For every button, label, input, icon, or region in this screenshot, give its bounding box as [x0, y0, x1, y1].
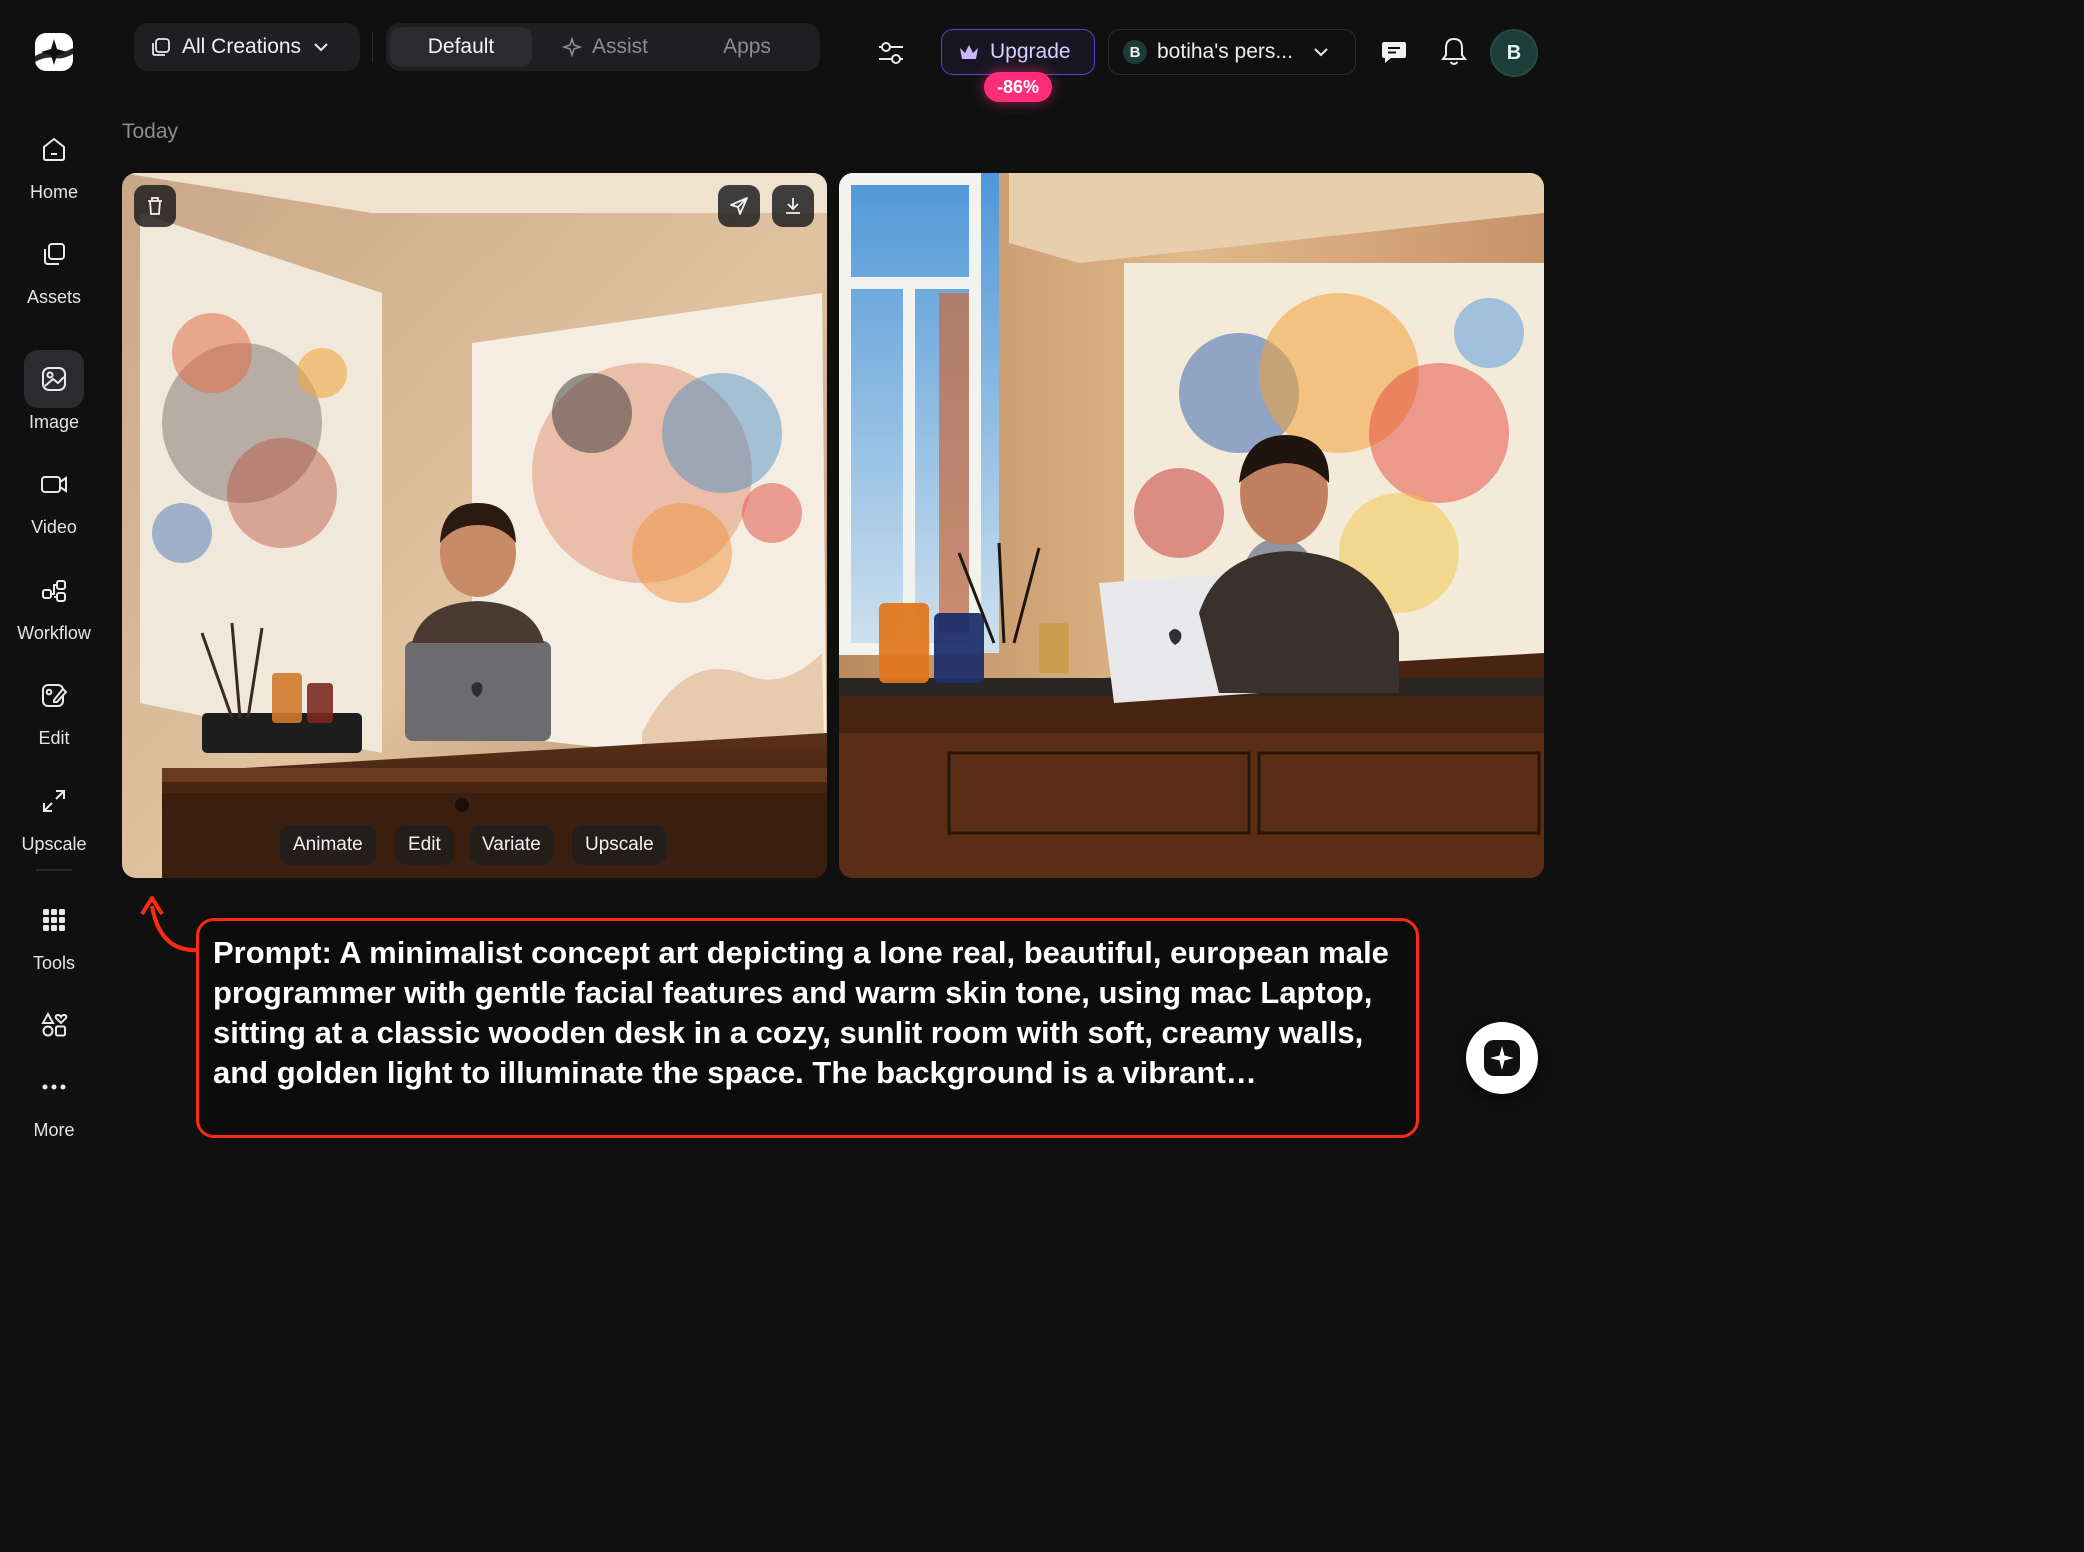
share-button[interactable] [718, 185, 760, 227]
image-2-artwork [839, 173, 1544, 878]
sliders-icon [879, 42, 903, 64]
sidebar-label-more: More [33, 1120, 75, 1140]
tab-default-label: Default [427, 35, 495, 58]
edit-icon [24, 666, 84, 724]
chevron-down-icon [1314, 48, 1328, 57]
trash-icon [148, 197, 162, 215]
image-icon [24, 350, 84, 408]
chat-icon [1382, 42, 1406, 63]
upgrade-label: Upgrade [990, 40, 1071, 63]
app-logo[interactable] [32, 30, 76, 74]
nav-divider [372, 32, 373, 62]
prompt-annotation: Prompt: A minimalist concept art depicti… [196, 918, 1419, 1138]
variate-button[interactable]: Variate [469, 825, 554, 865]
download-icon [786, 198, 800, 214]
prompt-text: Prompt: A minimalist concept art depicti… [213, 935, 1389, 1090]
sidebar-item-video[interactable]: Video [0, 455, 108, 538]
shapes-icon [24, 996, 84, 1054]
sidebar-label-video: Video [31, 517, 77, 537]
sidebar-divider [36, 869, 72, 871]
generated-image-2[interactable] [839, 173, 1544, 878]
upscale-image-button[interactable]: Upscale [572, 825, 667, 865]
sidebar-label-edit: Edit [38, 728, 70, 748]
grid-icon [24, 891, 84, 949]
sidebar-label-upscale: Upscale [21, 834, 87, 854]
tab-apps[interactable]: Apps [686, 27, 808, 67]
sidebar-item-workflow[interactable]: Workflow [0, 561, 108, 644]
logo-icon [35, 33, 73, 71]
tab-default[interactable]: Default [390, 27, 532, 67]
sparkle-icon [561, 37, 582, 57]
workspace-switcher[interactable]: B botiha's pers... [1108, 29, 1356, 75]
sidebar-item-tools[interactable]: Tools [0, 891, 108, 974]
sidebar-item-more[interactable]: More [0, 1058, 108, 1141]
sidebar-label-tools: Tools [32, 953, 76, 973]
sidebar-item-image[interactable]: Image [0, 350, 108, 433]
assistant-fab[interactable] [1466, 1022, 1538, 1094]
upscale-icon [24, 772, 84, 830]
sidebar-item-upscale[interactable]: Upscale [0, 772, 108, 855]
upgrade-button[interactable]: Upgrade [941, 29, 1095, 75]
home-icon [24, 120, 84, 178]
bell-icon [1441, 37, 1467, 65]
all-creations-dropdown[interactable]: All Creations [134, 23, 360, 71]
chevron-down-icon [314, 43, 328, 52]
crown-icon [960, 45, 978, 59]
workspace-avatar: B [1123, 40, 1147, 64]
tab-assist-label: Assist [591, 35, 648, 58]
sidebar-item-shapes[interactable] [0, 996, 108, 1054]
mode-switcher: Default Assist Apps [386, 23, 820, 71]
sidebar-label-home: Home [29, 182, 78, 202]
sidebar-label-assets: Assets [26, 287, 82, 307]
tab-apps-label: Apps [723, 35, 771, 58]
workflow-icon [24, 561, 84, 619]
more-icon [24, 1058, 84, 1116]
image-1-artwork [122, 173, 827, 878]
animate-button[interactable]: Animate [280, 825, 376, 865]
assistant-logo-icon [1484, 1040, 1520, 1076]
creations-label: All Creations [182, 35, 302, 58]
sidebar-item-edit[interactable]: Edit [0, 666, 108, 749]
assets-icon [24, 225, 84, 283]
send-icon [730, 197, 748, 215]
sidebar-item-assets[interactable]: Assets [0, 225, 108, 308]
section-title: Today [122, 120, 179, 143]
generated-image-1[interactable]: Animate Edit Variate Upscale [122, 173, 827, 878]
tab-assist[interactable]: Assist [546, 27, 664, 67]
discount-badge: -86% [984, 72, 1052, 102]
sidebar-label-workflow: Workflow [17, 623, 91, 643]
workspace-label: botiha's pers... [1157, 40, 1293, 63]
sidebar-item-home[interactable]: Home [0, 120, 108, 203]
edit-image-button[interactable]: Edit [395, 825, 454, 865]
filter-settings-button[interactable] [872, 36, 910, 70]
feedback-button[interactable] [1378, 36, 1410, 68]
sidebar-label-image: Image [28, 412, 80, 432]
notifications-button[interactable] [1438, 34, 1470, 68]
delete-button[interactable] [134, 185, 176, 227]
stack-icon [152, 38, 170, 56]
download-button[interactable] [772, 185, 814, 227]
video-icon [24, 455, 84, 513]
user-avatar[interactable]: B [1490, 29, 1538, 77]
